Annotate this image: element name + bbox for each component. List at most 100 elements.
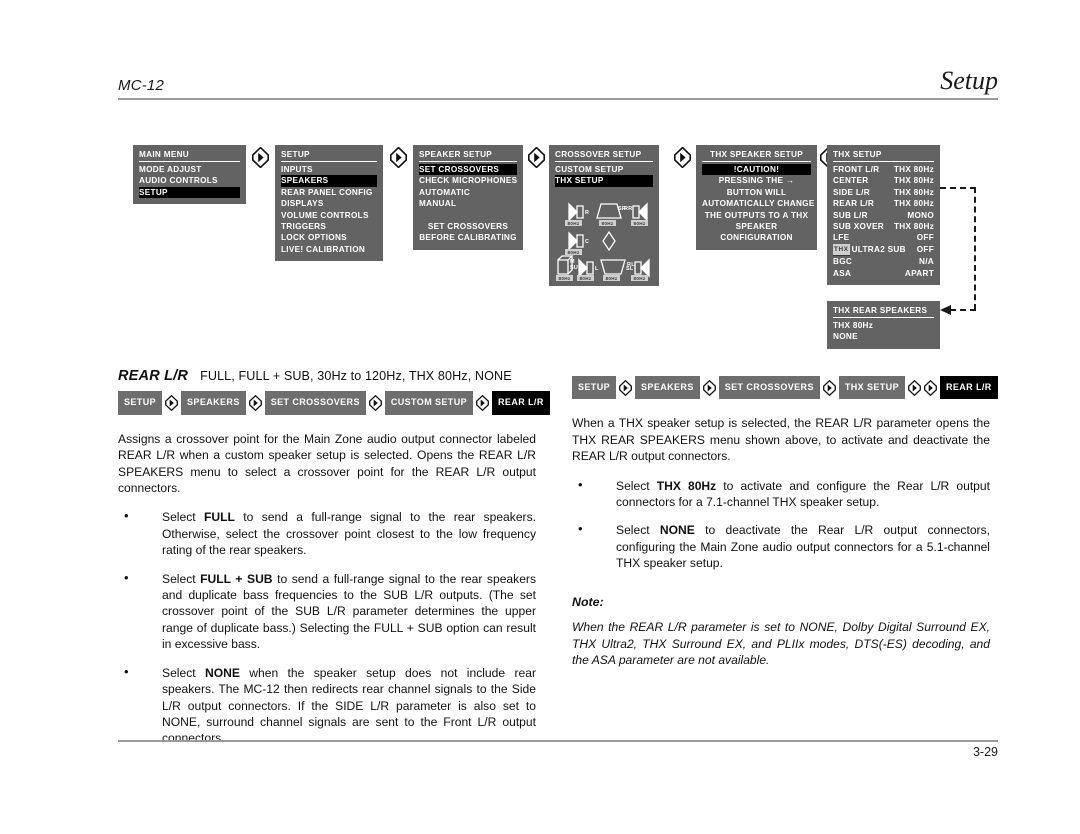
svg-text:R: R xyxy=(585,210,589,216)
entry-key-text: ULTRA2 SUB xyxy=(851,244,906,254)
osd-row-rear-panel-config: REAR PANEL CONFIG xyxy=(281,187,373,197)
breadcrumb-item-custom-setup[interactable]: CUSTOM SETUP xyxy=(384,391,474,415)
svg-text:RL: RL xyxy=(627,262,635,268)
entry-value: APART xyxy=(904,268,934,278)
breadcrumb-item-speakers[interactable]: SPEAKERS xyxy=(635,376,700,400)
breadcrumb-item-setup[interactable]: SETUP xyxy=(118,391,163,415)
chevron-right-icon xyxy=(619,379,632,396)
osd-entry-center: CENTER THX 80Hz xyxy=(833,175,934,186)
osd-row-set-crossovers: SET CROSSOVERS xyxy=(419,163,517,176)
svg-text:SUB: SUB xyxy=(570,265,582,271)
osd-caution-line-4: THE OUTPUTS TO A THX xyxy=(704,210,809,220)
osd-row-speakers: SPEAKERS xyxy=(281,175,377,187)
list-item: Select FULL to send a full-range signal … xyxy=(118,508,536,558)
osd-row-live-calibration: LIVE! CALIBRATION xyxy=(281,244,366,254)
bullet-bold-term: FULL + SUB xyxy=(200,571,273,586)
chevron-right-icon xyxy=(248,395,262,412)
osd-entry-bgc: BGC N/A xyxy=(833,256,934,267)
page-title: REAR L/R xyxy=(118,368,189,384)
svg-text:80Hz: 80Hz xyxy=(568,221,580,226)
entry-key: REAR L/R xyxy=(833,199,875,209)
entry-value: OFF xyxy=(916,244,934,254)
osd-entry-lfe: LFE OFF xyxy=(833,232,934,243)
svg-text:C: C xyxy=(585,239,589,245)
entry-key: FRONT L/R xyxy=(833,164,880,174)
connector-segment-top xyxy=(940,187,976,189)
thx-logo-icon: THX xyxy=(833,243,850,257)
bullet-bold-term: NONE xyxy=(204,665,240,680)
osd-entry-sub-xover: SUB XOVER THX 80Hz xyxy=(833,221,934,232)
osd-thx-rear-speakers: THX REAR SPEAKERS THX 80Hz NONE xyxy=(827,301,940,349)
osd-crossover-setup: CROSSOVER SETUP CUSTOM SETUP THX SETUP R… xyxy=(549,145,659,286)
entry-key: THX ULTRA2 SUB xyxy=(833,243,916,257)
osd-caution-line-5: SPEAKER xyxy=(735,221,778,231)
entry-key: CENTER xyxy=(833,176,869,186)
list-item: Select THX 80Hz to activate and configur… xyxy=(572,477,990,511)
intro-paragraph: Assigns a crossover point for the Main Z… xyxy=(118,431,536,496)
list-item: Select NONE to deactivate the Rear L/R o… xyxy=(572,521,990,571)
breadcrumb-item-rear-lr[interactable]: REAR L/R xyxy=(492,391,550,415)
osd-row-mode-adjust: MODE ADJUST xyxy=(139,164,202,174)
chevron-right-icon xyxy=(674,147,691,168)
osd-title: CROSSOVER SETUP xyxy=(555,149,653,163)
breadcrumb-item-set-crossovers[interactable]: SET CROSSOVERS xyxy=(264,391,366,415)
osd-title: SPEAKER SETUP xyxy=(419,149,517,163)
entry-value: THX 80Hz xyxy=(893,176,934,186)
osd-row-volume-controls: VOLUME CONTROLS xyxy=(281,210,369,220)
osd-speaker-setup: SPEAKER SETUP SET CROSSOVERS CHECK MICRO… xyxy=(413,145,523,250)
entry-value: N/A xyxy=(918,257,934,267)
list-item: Select NONE when the speaker setup does … xyxy=(118,664,536,747)
entry-key: BGC xyxy=(833,257,853,267)
entry-key: LFE xyxy=(833,233,850,243)
svg-text:RR: RR xyxy=(624,206,632,212)
chevron-right-icon xyxy=(165,395,178,412)
chevron-right-icon xyxy=(368,395,382,412)
entry-value: THX 80Hz xyxy=(893,164,934,174)
osd-row-thx-80hz: THX 80Hz xyxy=(833,320,874,330)
breadcrumb-item-speakers[interactable]: SPEAKERS xyxy=(181,391,246,415)
breadcrumb-item-rear-lr[interactable]: REAR L/R xyxy=(939,376,998,400)
svg-text:80Hz: 80Hz xyxy=(559,276,571,281)
breadcrumb-item-thx-setup[interactable]: THX SETUP xyxy=(838,376,905,400)
svg-text:80Hz: 80Hz xyxy=(606,276,618,281)
bullet-lead: Select xyxy=(162,571,201,586)
bullet-lead: Select xyxy=(616,478,657,493)
chevron-right-icon xyxy=(822,379,836,396)
osd-notice-line-2: BEFORE CALIBRATING xyxy=(419,233,517,243)
osd-row-automatic: AUTOMATIC xyxy=(419,187,471,197)
svg-text:80Hz: 80Hz xyxy=(634,276,646,281)
osd-row-check-microphones: CHECK MICROPHONES xyxy=(419,176,518,186)
osd-main-menu: MAIN MENU MODE ADJUST AUDIO CONTROLS SET… xyxy=(133,145,246,205)
parameter-heading: REAR L/R FULL, FULL + SUB, 30Hz to 120Hz… xyxy=(118,368,536,384)
osd-thx-setup: THX SETUP FRONT L/R THX 80Hz CENTER THX … xyxy=(827,145,940,285)
list-item: Select FULL + SUB to send a full-range s… xyxy=(118,570,536,653)
entry-value: OFF xyxy=(916,233,934,243)
breadcrumb-item-set-crossovers[interactable]: SET CROSSOVERS xyxy=(718,376,820,400)
osd-row-custom-setup: CUSTOM SETUP xyxy=(555,164,624,174)
entry-key: SUB XOVER xyxy=(833,221,884,231)
breadcrumb-item-setup[interactable]: SETUP xyxy=(572,376,617,400)
osd-caution-line-2: BUTTON WILL xyxy=(726,187,787,197)
chevron-right-icon xyxy=(390,147,407,168)
osd-spacer xyxy=(419,210,517,221)
svg-text:80Hz: 80Hz xyxy=(602,221,614,226)
svg-text:80Hz: 80Hz xyxy=(634,221,646,226)
svg-text:80Hz: 80Hz xyxy=(580,276,592,281)
osd-row-thx-setup: THX SETUP xyxy=(555,175,653,187)
osd-caution-line-6: CONFIGURATION xyxy=(720,233,793,243)
chevron-right-icon xyxy=(252,147,269,168)
osd-row-audio-controls: AUDIO CONTROLS xyxy=(139,176,218,186)
osd-row-setup: SETUP xyxy=(139,186,240,199)
bullet-bold-term: THX 80Hz xyxy=(656,478,717,493)
entry-value: THX 80Hz xyxy=(893,187,934,197)
osd-entry-asa: ASA APART xyxy=(833,268,934,279)
chevron-right-icon xyxy=(908,379,921,396)
manual-page: MC-12 Setup MAIN MENU MODE ADJUST AUDIO … xyxy=(0,0,1080,834)
footer-divider xyxy=(118,740,998,742)
chevron-right-icon xyxy=(702,379,716,396)
osd-entry-sub-lr: SUB L/R MONO xyxy=(833,210,934,221)
osd-title: SETUP xyxy=(281,149,377,163)
osd-title: THX SPEAKER SETUP xyxy=(702,149,811,163)
osd-row-triggers: TRIGGERS xyxy=(281,221,327,231)
note-text: When the REAR L/R parameter is set to NO… xyxy=(572,620,990,668)
